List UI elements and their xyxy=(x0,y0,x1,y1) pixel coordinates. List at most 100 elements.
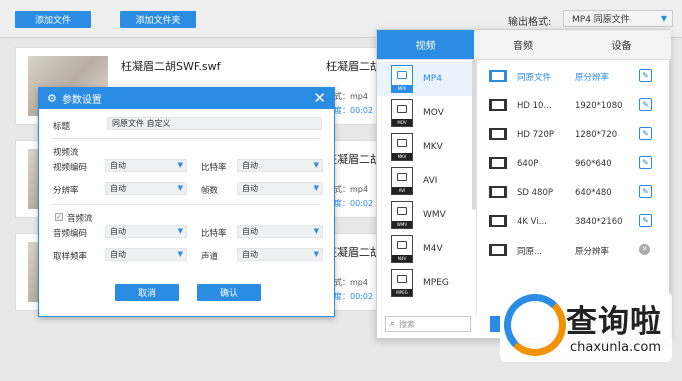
file-duration: 度：00:02 xyxy=(334,106,374,115)
file-title: 枉凝眉二胡SWF.swf xyxy=(121,60,221,73)
film-icon xyxy=(489,186,507,198)
format-item-mp4[interactable]: MP4 MP4 xyxy=(377,62,475,96)
format-name: MP4 xyxy=(423,74,442,84)
subject-label: 标题 xyxy=(53,122,71,132)
video-codec-select[interactable]: 自动 ▼ xyxy=(105,159,187,172)
sample-rate-select[interactable]: 自动 ▼ xyxy=(105,248,187,261)
format-item-m4v[interactable]: M4V M4V xyxy=(377,232,475,266)
format-item-mov[interactable]: MOV MOV xyxy=(377,96,475,130)
add-folder-button[interactable]: 添加文件夹 xyxy=(120,11,196,28)
bitrate-value: 自动 xyxy=(242,161,258,170)
chevron-down-icon: ▼ xyxy=(177,250,183,258)
file-duration: 度：00:02 xyxy=(334,199,374,208)
audio-bitrate-value: 自动 xyxy=(242,227,258,236)
format-item-mkv[interactable]: MKV MKV xyxy=(377,130,475,164)
output-format-value: MP4 同原文件 xyxy=(572,15,630,25)
add-preset-button[interactable] xyxy=(490,316,500,332)
video-file-icon: AVI xyxy=(391,167,413,195)
preset-name: 同原... xyxy=(517,246,543,257)
tab-audio[interactable]: 音频 xyxy=(474,30,572,60)
subject-field[interactable]: 同原文件 自定义 xyxy=(107,117,322,130)
format-item-avi[interactable]: AVI AVI xyxy=(377,164,475,198)
framerate-select[interactable]: 自动 ▼ xyxy=(237,182,323,195)
logo-icon xyxy=(504,294,566,356)
film-icon xyxy=(489,128,507,140)
video-codec-label: 视频编码 xyxy=(53,163,88,173)
format-name: AVI xyxy=(423,176,438,186)
edit-icon[interactable]: ✎ xyxy=(639,185,652,198)
audio-stream-checkbox[interactable]: ✓ xyxy=(55,213,63,221)
preset-resolution: 原分辨率 xyxy=(575,246,610,257)
format-name: WMV xyxy=(423,210,446,220)
audio-codec-select[interactable]: 自动 ▼ xyxy=(105,225,187,238)
format-name: M4V xyxy=(423,244,443,254)
preset-row[interactable]: HD 720P 1280*720 ✎ xyxy=(479,120,669,149)
preset-row[interactable]: 4K Vi... 3840*2160 ✎ xyxy=(479,207,669,236)
output-format-label: 输出格式: xyxy=(508,17,552,28)
resolution-label: 分辨率 xyxy=(53,186,79,196)
preset-resolution: 原分辨率 xyxy=(575,72,610,83)
video-file-icon: MKV xyxy=(391,133,413,161)
output-format-select[interactable]: MP4 同原文件 ▼ xyxy=(563,10,673,27)
format-list: MP4 MP4 MOV MOV MKV MKV AVI AVI WMV WMV … xyxy=(377,60,477,315)
channel-select[interactable]: 自动 ▼ xyxy=(237,248,323,261)
tab-device[interactable]: 设备 xyxy=(572,30,671,60)
dialog-titlebar: ⚙ 参数设置 ✕ xyxy=(39,88,334,109)
format-name: MOV xyxy=(423,108,444,118)
video-stream-heading: 视频流 xyxy=(53,148,79,158)
file-format: 式：mp4 xyxy=(334,185,368,194)
film-icon xyxy=(489,244,507,256)
chevron-down-icon: ▼ xyxy=(313,250,319,258)
format-item-wmv[interactable]: WMV WMV xyxy=(377,198,475,232)
file-format: 式：mp4 xyxy=(334,278,368,287)
bitrate-select[interactable]: 自动 ▼ xyxy=(237,159,323,172)
tab-video[interactable]: 视频 xyxy=(377,30,474,60)
format-item-mpeg[interactable]: MPEG MPEG xyxy=(377,266,475,300)
watermark-en: chaxunla.com xyxy=(570,340,661,355)
audio-bitrate-select[interactable]: 自动 ▼ xyxy=(237,225,323,238)
preset-row[interactable]: 640P 960*640 ✎ xyxy=(479,149,669,178)
channel-label: 声道 xyxy=(201,252,219,262)
resolution-value: 自动 xyxy=(110,184,126,193)
audio-bitrate-label: 比特率 xyxy=(201,229,227,239)
preset-row[interactable]: HD 10... 1920*1080 ✎ xyxy=(479,91,669,120)
close-icon[interactable]: ✕ xyxy=(313,89,326,107)
cancel-button[interactable]: 取消 xyxy=(115,284,179,301)
preset-row[interactable]: 同原... 原分辨率 ✕ xyxy=(479,236,669,265)
confirm-button[interactable]: 确认 xyxy=(197,284,261,301)
audio-codec-label: 音频编码 xyxy=(53,229,88,239)
preset-name: HD 10... xyxy=(517,100,552,111)
output-file-title: 枉凝眉二胡 xyxy=(326,60,381,73)
format-name: MKV xyxy=(423,142,443,152)
preset-resolution: 3840*2160 xyxy=(575,216,623,227)
format-search-input[interactable]: ⌕ 搜索 xyxy=(385,316,471,332)
preset-row[interactable]: SD 480P 640*480 ✎ xyxy=(479,178,669,207)
chevron-down-icon: ▼ xyxy=(177,184,183,192)
search-placeholder: 搜索 xyxy=(399,319,416,329)
preset-name: 同原文件 xyxy=(517,72,552,83)
video-codec-value: 自动 xyxy=(110,161,126,170)
framerate-label: 帧数 xyxy=(201,186,219,196)
edit-icon[interactable]: ✎ xyxy=(639,156,652,169)
edit-icon[interactable]: ✎ xyxy=(639,127,652,140)
film-icon xyxy=(489,215,507,227)
divider xyxy=(51,204,321,205)
film-icon xyxy=(489,99,507,111)
format-list-scrollbar[interactable] xyxy=(472,60,476,210)
video-file-icon: MP4 xyxy=(391,65,413,93)
sample-rate-label: 取样频率 xyxy=(53,252,88,262)
file-duration: 度：00:02 xyxy=(334,292,374,301)
resolution-select[interactable]: 自动 ▼ xyxy=(105,182,187,195)
remove-icon[interactable]: ✕ xyxy=(639,244,650,255)
preset-row[interactable]: 同原文件 原分辨率 ✎ xyxy=(479,62,669,91)
sample-rate-value: 自动 xyxy=(110,250,126,259)
watermark: 查询啦 chaxunla.com xyxy=(500,292,672,362)
add-file-button[interactable]: 添加文件 xyxy=(15,11,91,28)
edit-icon[interactable]: ✎ xyxy=(639,98,652,111)
edit-icon[interactable]: ✎ xyxy=(639,214,652,227)
divider xyxy=(51,138,321,139)
film-icon xyxy=(489,70,507,82)
dialog-title: 参数设置 xyxy=(61,95,102,106)
preset-resolution: 1280*720 xyxy=(575,129,618,140)
edit-icon[interactable]: ✎ xyxy=(639,69,652,82)
